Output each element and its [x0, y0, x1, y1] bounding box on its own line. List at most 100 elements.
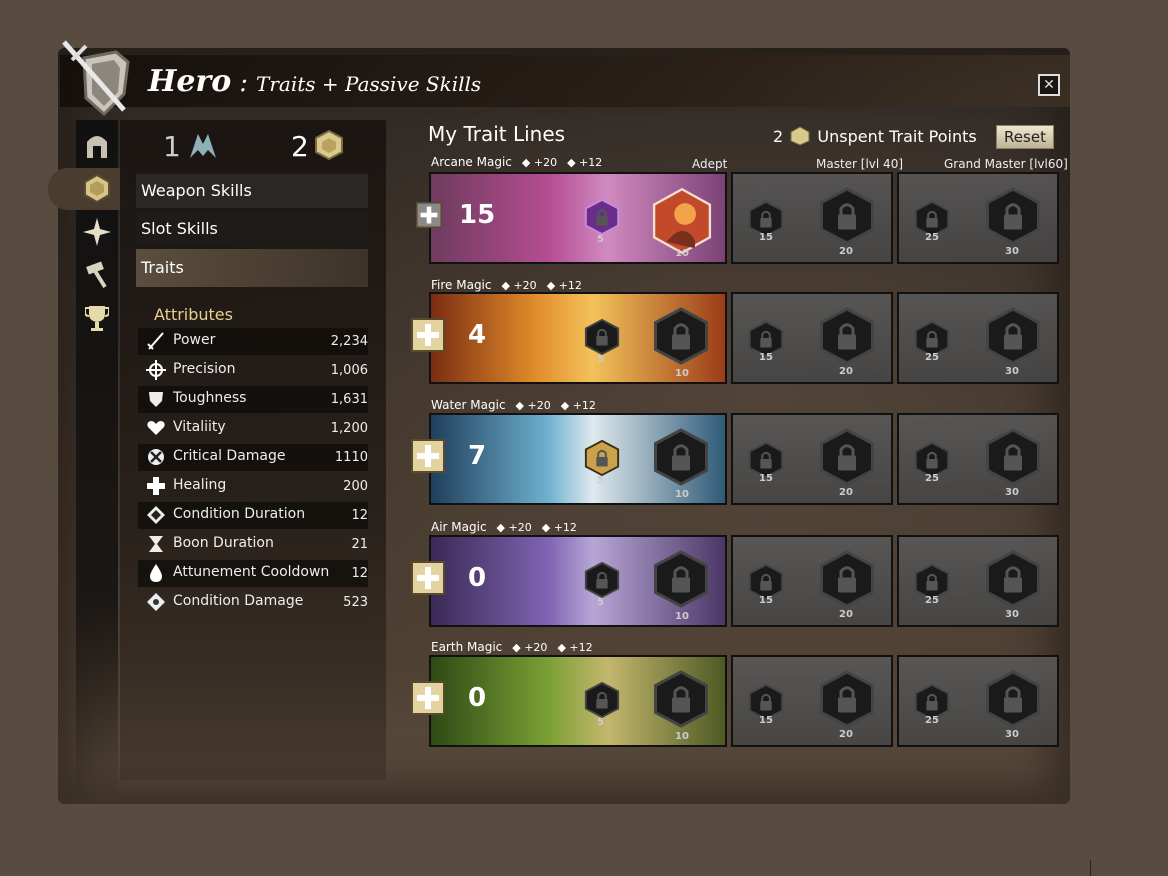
trait-line-name: Arcane Magic	[431, 155, 512, 169]
trait-line-label-fire-magic: Fire Magic ◆ +20 ◆ +12	[431, 278, 582, 292]
locked-trait-icon[interactable]	[983, 669, 1043, 733]
rank-label: 30	[1005, 729, 1019, 740]
crossed-circle-icon	[148, 449, 164, 465]
star-compass-icon[interactable]	[76, 212, 118, 252]
add-trait-point-button[interactable]	[416, 202, 450, 236]
locked-trait-icon[interactable]	[983, 186, 1043, 250]
locked-trait-icon[interactable]	[817, 549, 877, 613]
rank-label: 10	[675, 368, 689, 379]
rank-label: 5	[597, 234, 604, 245]
shield-icon	[149, 392, 163, 407]
trait-line-name: Water Magic	[431, 398, 506, 412]
attr-attunement-cooldown: Attunement Cooldown 12	[138, 560, 368, 587]
rank-label: 10	[675, 489, 689, 500]
bonus-primary: ◆ +20	[496, 521, 532, 534]
trait-line-points: 0	[468, 683, 487, 713]
attr-name: Condition Duration	[173, 506, 306, 522]
rank-label: 5	[597, 717, 604, 728]
locked-trait-icon[interactable]	[651, 306, 711, 370]
title-subtitle: Traits + Passive Skills	[256, 72, 482, 96]
attr-name: Healing	[173, 477, 227, 493]
helmet-icon[interactable]	[76, 125, 118, 165]
bonus-secondary: ◆ +12	[541, 521, 577, 534]
skill-point-icon	[190, 134, 216, 158]
reset-button[interactable]: Reset	[996, 125, 1054, 149]
attr-precision: Precision 1,006	[138, 357, 368, 384]
locked-trait-icon[interactable]	[817, 306, 877, 370]
trait-line-name: Air Magic	[431, 520, 487, 534]
crosshair-icon	[146, 360, 166, 380]
attr-name: Critical Damage	[173, 448, 286, 464]
trait-points-count: 2	[291, 130, 309, 163]
bonus-secondary-value: +12	[579, 156, 603, 169]
rank-label: 15	[759, 715, 773, 726]
sword-icon	[147, 332, 164, 350]
rank-label: 10	[675, 611, 689, 622]
bonus-primary-value: +20	[508, 521, 532, 534]
attr-value: 1110	[334, 450, 368, 465]
locked-trait-icon[interactable]	[651, 549, 711, 613]
rank-label: 5	[597, 475, 604, 486]
menu-slot-skills[interactable]: Slot Skills	[136, 212, 368, 246]
rank-label: 15	[759, 352, 773, 363]
attr-name: Vitaliity	[173, 419, 226, 435]
unspent-trait-points: 2 Unspent Trait Points	[773, 126, 977, 146]
rank-label: 20	[839, 246, 853, 257]
rank-label: 5	[597, 597, 604, 608]
skill-points-count: 1	[163, 130, 181, 163]
attr-healing: Healing 200	[138, 473, 368, 500]
rank-label: 25	[925, 715, 939, 726]
rank-label: 5	[597, 354, 604, 365]
attr-value: 1,006	[330, 363, 368, 378]
title-hero: Hero	[148, 64, 232, 99]
locked-trait-icon[interactable]	[817, 427, 877, 491]
trophy-icon[interactable]	[76, 298, 118, 338]
locked-trait-icon[interactable]	[983, 427, 1043, 491]
menu-weapon-skills[interactable]: Weapon Skills	[136, 174, 368, 208]
trait-line-label-earth-magic: Earth Magic ◆ +20 ◆ +12	[431, 640, 593, 654]
trait-hexagon-icon[interactable]	[76, 168, 118, 208]
rank-label: 10	[675, 248, 689, 259]
locked-trait-icon[interactable]	[817, 186, 877, 250]
add-trait-point-button[interactable]	[411, 681, 445, 715]
hammer-icon[interactable]	[76, 255, 118, 295]
add-trait-point-button[interactable]	[411, 439, 445, 473]
plus-icon	[411, 439, 445, 473]
locked-trait-icon[interactable]	[817, 669, 877, 733]
attr-value: 12	[351, 508, 368, 523]
bonus-primary: ◆ +20	[515, 399, 551, 412]
rank-label: 25	[925, 473, 939, 484]
locked-trait-icon[interactable]	[651, 669, 711, 733]
rank-label: 20	[839, 487, 853, 498]
rank-label: 10	[675, 731, 689, 742]
menu-traits[interactable]: Traits	[136, 249, 368, 287]
trait-lines-heading: My Trait Lines	[428, 122, 566, 146]
trait-line-points: 7	[468, 441, 487, 471]
attr-toughness: Toughness 1,631	[138, 386, 368, 413]
locked-trait-icon[interactable]	[651, 427, 711, 491]
bonus-secondary: ◆ +12	[546, 279, 582, 292]
rank-label: 30	[1005, 366, 1019, 377]
col-head-adept: Adept	[692, 157, 728, 171]
droplet-icon	[150, 564, 162, 582]
attr-vitality: Vitaliity 1,200	[138, 415, 368, 442]
trait-line-label-air-magic: Air Magic ◆ +20 ◆ +12	[431, 520, 577, 534]
plus-icon	[416, 202, 442, 228]
attr-value: 523	[343, 595, 368, 610]
locked-trait-icon[interactable]	[983, 549, 1043, 613]
rank-label: 20	[839, 729, 853, 740]
add-trait-point-button[interactable]	[411, 561, 445, 595]
close-button[interactable]: ✕	[1038, 74, 1060, 96]
attr-name: Attunement Cooldown	[173, 564, 330, 580]
attr-power: Power 2,234	[138, 328, 368, 355]
unspent-count: 2	[773, 127, 784, 146]
bonus-secondary: ◆ +12	[567, 156, 603, 169]
attr-value: 200	[343, 479, 368, 494]
add-trait-point-button[interactable]	[411, 318, 445, 352]
attr-name: Power	[173, 332, 216, 348]
rank-label: 30	[1005, 487, 1019, 498]
attr-name: Precision	[173, 361, 236, 377]
bonus-primary: ◆ +20	[521, 156, 558, 169]
attr-value: 1,631	[330, 392, 368, 407]
locked-trait-icon[interactable]	[983, 306, 1043, 370]
